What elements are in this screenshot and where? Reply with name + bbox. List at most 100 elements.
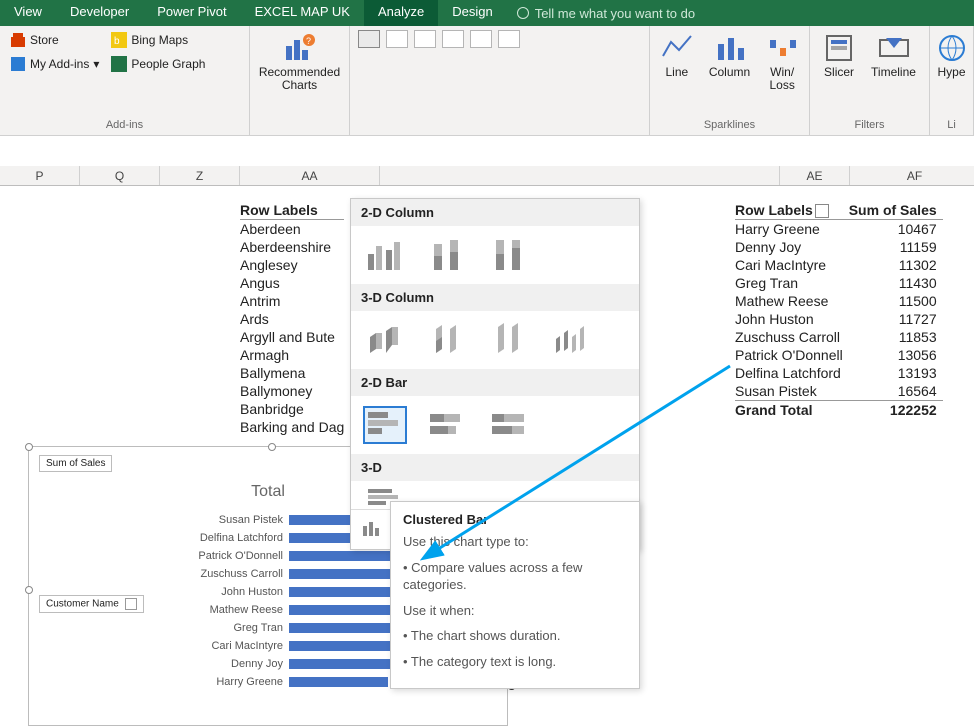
- pivot-header: Row Labels: [240, 201, 344, 220]
- 3d-stacked-column-option[interactable]: [425, 321, 469, 359]
- pivot-row[interactable]: Angus: [240, 274, 344, 292]
- pivot-row[interactable]: Banbridge: [240, 400, 344, 418]
- sparkline-column-button[interactable]: Column: [705, 30, 754, 81]
- 100-stacked-bar-option[interactable]: [487, 406, 531, 444]
- pivot-row[interactable]: Barking and Dag: [240, 418, 344, 436]
- clustered-column-option[interactable]: [363, 236, 407, 274]
- 3d-column-option[interactable]: [549, 321, 593, 359]
- pivot-row[interactable]: Aberdeenshire: [240, 238, 344, 256]
- store-button[interactable]: Store: [8, 30, 101, 50]
- pivot2-header-sum: Sum of Sales: [849, 201, 943, 220]
- my-addins-button[interactable]: My Add-ins ▾: [8, 54, 101, 74]
- table-row[interactable]: Delfina Latchford13193: [735, 364, 943, 382]
- pivot-row[interactable]: Aberdeen: [240, 220, 344, 238]
- col-header[interactable]: AF: [850, 166, 974, 185]
- lightbulb-icon: [517, 7, 529, 19]
- worksheet[interactable]: 2-D Column 3-D Column 2-D Bar 3-D Cluste: [0, 166, 974, 726]
- insert-combo-button[interactable]: [470, 30, 492, 48]
- insert-chart-dropdown: 2-D Column 3-D Column 2-D Bar 3-D: [350, 198, 640, 550]
- pivot-table-regions[interactable]: Row Labels AberdeenAberdeenshireAnglesey…: [240, 201, 344, 436]
- group-links-label: Li: [938, 119, 965, 133]
- table-row[interactable]: Zuschuss Carroll11853: [735, 328, 943, 346]
- col-header[interactable]: [380, 166, 780, 185]
- sparkline-winloss-button[interactable]: Win/ Loss: [762, 30, 802, 94]
- filter-icon[interactable]: [815, 204, 829, 218]
- resize-handle[interactable]: [25, 586, 33, 594]
- chart-field-value[interactable]: Sum of Sales: [39, 455, 112, 472]
- section-2d-bar: 2-D Bar: [351, 369, 639, 396]
- ribbon-tabs: View Developer Power Pivot EXCEL MAP UK …: [0, 0, 974, 26]
- group-filters-label: Filters: [818, 119, 921, 133]
- table-row[interactable]: Greg Tran11430: [735, 274, 943, 292]
- table-row[interactable]: Denny Joy11159: [735, 238, 943, 256]
- chevron-down-icon: ▾: [93, 57, 99, 71]
- pivot-row[interactable]: Argyll and Bute: [240, 328, 344, 346]
- recommended-charts-icon: ?: [284, 32, 316, 64]
- slicer-button[interactable]: Slicer: [819, 30, 859, 81]
- insert-pivotchart-button[interactable]: [498, 30, 520, 48]
- group-sparklines-label: Sparklines: [658, 119, 801, 133]
- table-row[interactable]: John Huston11727: [735, 310, 943, 328]
- table-row[interactable]: Cari MacIntyre11302: [735, 256, 943, 274]
- tab-design[interactable]: Design: [438, 0, 506, 26]
- people-graph-button[interactable]: People Graph: [109, 54, 207, 74]
- sparkline-winloss-icon: [766, 32, 798, 64]
- bing-icon: b: [111, 32, 127, 48]
- 100-stacked-column-option[interactable]: [487, 236, 531, 274]
- stacked-column-option[interactable]: [425, 236, 469, 274]
- stacked-bar-option[interactable]: [425, 406, 469, 444]
- pivot-row[interactable]: Antrim: [240, 292, 344, 310]
- tab-analyze[interactable]: Analyze: [364, 0, 438, 26]
- tab-excelmapuk[interactable]: EXCEL MAP UK: [241, 0, 364, 26]
- pivot-row[interactable]: Anglesey: [240, 256, 344, 274]
- insert-map-button[interactable]: [442, 30, 464, 48]
- table-row[interactable]: Patrick O'Donnell13056: [735, 346, 943, 364]
- sparkline-line-button[interactable]: Line: [657, 30, 697, 81]
- clustered-bar-option[interactable]: [363, 406, 407, 444]
- insert-bar-chart-button[interactable]: [386, 30, 408, 48]
- timeline-button[interactable]: Timeline: [867, 30, 920, 81]
- tab-developer[interactable]: Developer: [56, 0, 143, 26]
- table-row[interactable]: Susan Pistek16564: [735, 382, 943, 401]
- column-headers: P Q Z AA AE AF AG: [0, 166, 974, 186]
- pivot-row[interactable]: Ballymena: [240, 364, 344, 382]
- ribbon: Store My Add-ins ▾ b Bing Maps: [0, 26, 974, 136]
- 3d-clustered-column-option[interactable]: [363, 321, 407, 359]
- sparkline-column-icon: [714, 32, 746, 64]
- bing-maps-button[interactable]: b Bing Maps: [109, 30, 207, 50]
- insert-column-chart-button[interactable]: [358, 30, 380, 48]
- pivot-table-sales[interactable]: Row Labels Sum of Sales Harry Greene1046…: [735, 201, 943, 419]
- chevron-down-icon[interactable]: [125, 598, 137, 610]
- pivot-row[interactable]: Ards: [240, 310, 344, 328]
- people-graph-icon: [111, 56, 127, 72]
- recommended-charts-button[interactable]: ? Recommended Charts: [255, 30, 344, 94]
- pivot-row[interactable]: Armagh: [240, 346, 344, 364]
- 3d-100-stacked-column-option[interactable]: [487, 321, 531, 359]
- table-row[interactable]: Harry Greene10467: [735, 220, 943, 239]
- resize-handle[interactable]: [268, 443, 276, 451]
- col-header[interactable]: P: [0, 166, 80, 185]
- section-3d-bar: 3-D: [351, 454, 639, 481]
- tell-me-label: Tell me what you want to do: [535, 6, 695, 21]
- tab-powerpivot[interactable]: Power Pivot: [143, 0, 240, 26]
- col-header[interactable]: Q: [80, 166, 160, 185]
- chart-field-axis[interactable]: Customer Name: [39, 595, 144, 613]
- col-header[interactable]: AE: [780, 166, 850, 185]
- pivot-row[interactable]: Ballymoney: [240, 382, 344, 400]
- table-row[interactable]: Mathew Reese11500: [735, 292, 943, 310]
- group-addins-label: Add-ins: [8, 119, 241, 133]
- section-3d-column: 3-D Column: [351, 284, 639, 311]
- col-header[interactable]: Z: [160, 166, 240, 185]
- store-icon: [10, 32, 26, 48]
- svg-text:?: ?: [306, 36, 311, 46]
- col-header[interactable]: AA: [240, 166, 380, 185]
- tab-view[interactable]: View: [0, 0, 56, 26]
- pivot2-header-rowlabels: Row Labels: [735, 201, 849, 220]
- chart-tooltip: Clustered Bar Use this chart type to: • …: [390, 501, 640, 689]
- svg-text:b: b: [114, 36, 120, 47]
- tell-me-search[interactable]: Tell me what you want to do: [507, 0, 705, 26]
- hyperlink-button[interactable]: Hype: [932, 30, 972, 81]
- insert-line-chart-button[interactable]: [414, 30, 436, 48]
- timeline-icon: [878, 32, 910, 64]
- resize-handle[interactable]: [25, 443, 33, 451]
